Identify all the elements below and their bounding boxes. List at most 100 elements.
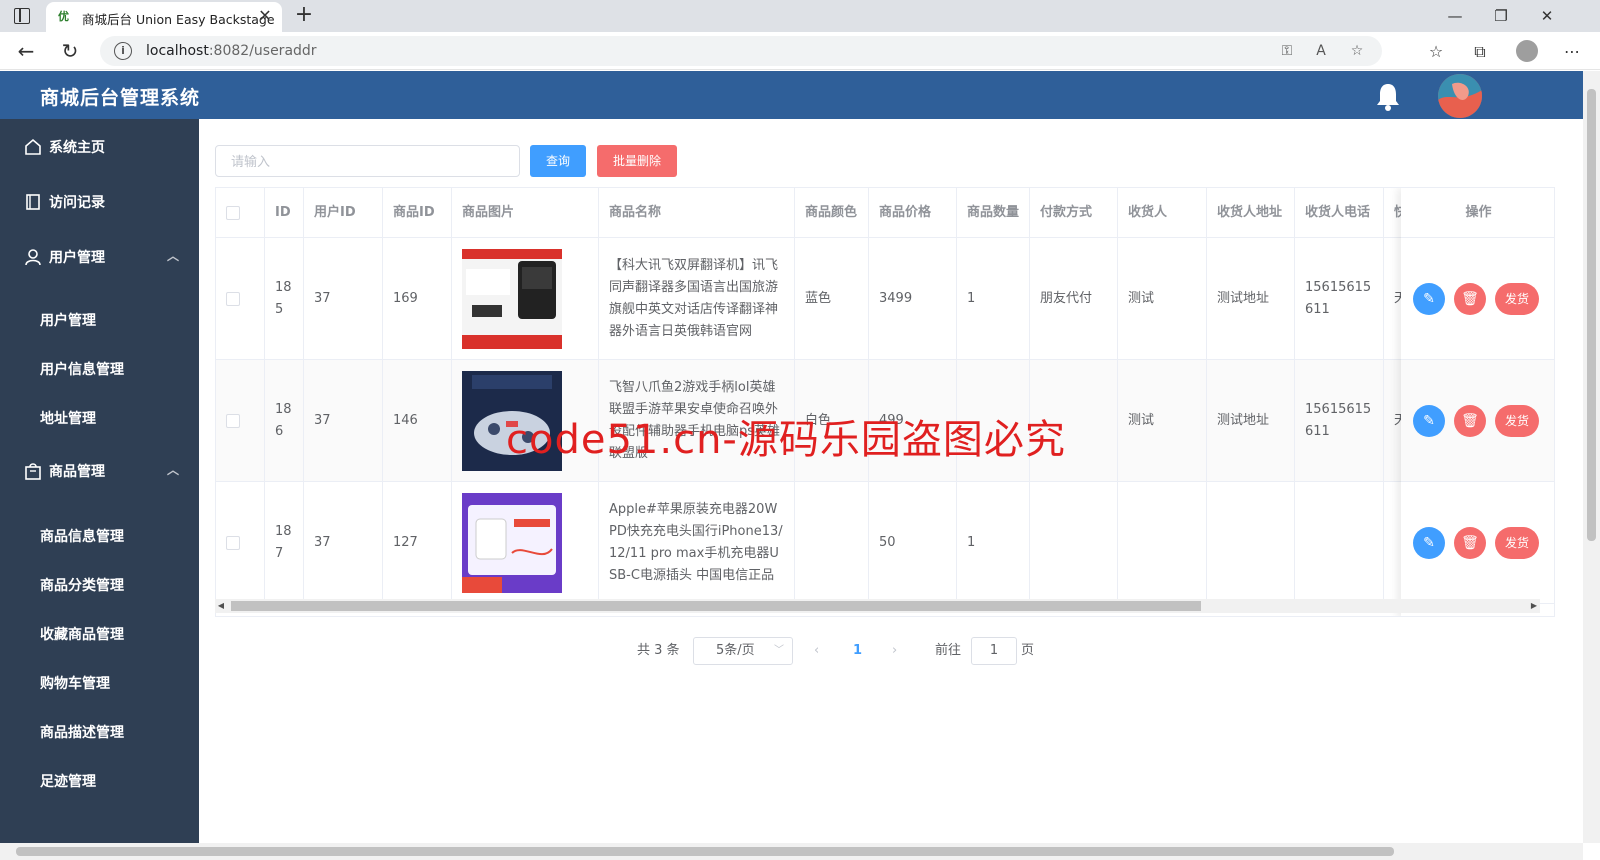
- delete-button[interactable]: 🗑: [1454, 405, 1486, 437]
- product-image[interactable]: [462, 249, 562, 349]
- more-icon[interactable]: ⋯: [1560, 41, 1584, 63]
- app-header: 商城后台管理系统: [0, 71, 1583, 119]
- notebook-icon: [26, 194, 40, 210]
- user-icon: [25, 249, 41, 266]
- column-header[interactable]: 付款方式: [1030, 188, 1118, 238]
- url-text[interactable]: localhost:8082/useraddr: [146, 43, 317, 59]
- sidebar-item-visit-log[interactable]: 访问记录: [0, 177, 199, 227]
- cell-name: Apple#苹果原装充电器20W PD快充充电头国行iPhone13/12/11…: [599, 482, 795, 604]
- delete-button[interactable]: 🗑: [1454, 527, 1486, 559]
- page-size-select[interactable]: 5条/页 ﹀: [693, 637, 793, 665]
- sidebar-item-home[interactable]: 系统主页: [0, 122, 199, 172]
- sidebar-subitem[interactable]: 地址管理: [0, 393, 199, 443]
- goto-page-input[interactable]: 1: [971, 637, 1017, 665]
- scrollbar-thumb[interactable]: [1587, 89, 1596, 541]
- cell-image: [452, 238, 599, 360]
- column-header[interactable]: 用户ID: [304, 188, 383, 238]
- row-select-cell: [216, 238, 265, 360]
- page-number[interactable]: 1: [853, 637, 862, 665]
- address-bar: ← ↻ i localhost:8082/useraddr ⚿ A ☆ ☆ ⧉ …: [0, 32, 1600, 70]
- cell-qty: 1: [957, 238, 1030, 360]
- scroll-right-icon[interactable]: ▶: [1528, 599, 1540, 613]
- column-header[interactable]: 商品ID: [383, 188, 452, 238]
- edit-button[interactable]: ✎: [1413, 405, 1445, 437]
- sidebar-subitem[interactable]: 收藏商品管理: [0, 609, 199, 659]
- cell-id: 187: [265, 482, 304, 604]
- avatar[interactable]: [1438, 74, 1482, 118]
- bell-icon[interactable]: [1374, 81, 1402, 111]
- profile-icon[interactable]: [1516, 40, 1538, 62]
- column-header[interactable]: 商品价格: [869, 188, 957, 238]
- scrollbar-thumb[interactable]: [16, 847, 1394, 856]
- browser-tab[interactable]: 优 商城后台 Union Easy Backstage ✕: [46, 2, 282, 32]
- column-header-ops: 操作: [1401, 188, 1554, 238]
- sidebar-subitem[interactable]: 商品信息管理: [0, 511, 199, 561]
- sidebar-subitem[interactable]: 足迹管理: [0, 756, 199, 806]
- cell-price: 3499: [869, 238, 957, 360]
- ship-button[interactable]: 发货: [1495, 405, 1539, 437]
- favorites-icon[interactable]: ☆: [1424, 41, 1448, 63]
- add-favorite-icon[interactable]: ☆: [1346, 42, 1368, 60]
- url-field[interactable]: i localhost:8082/useraddr ⚿ A ☆: [100, 36, 1382, 66]
- site-info-icon[interactable]: i: [114, 42, 132, 60]
- cell-phone: 15615615611: [1295, 360, 1384, 482]
- sidebar-subitem[interactable]: 购物车管理: [0, 658, 199, 708]
- row-checkbox[interactable]: [226, 292, 240, 306]
- column-header[interactable]: 收货人电话: [1295, 188, 1384, 238]
- bag-icon: [25, 463, 41, 480]
- sidebar-subitem[interactable]: 用户管理: [0, 295, 199, 345]
- ship-button[interactable]: 发货: [1495, 527, 1539, 559]
- column-header[interactable]: ID: [265, 188, 304, 238]
- new-tab-icon[interactable]: +: [292, 4, 316, 28]
- column-header[interactable]: 收货人地址: [1207, 188, 1295, 238]
- cell-qty: 1: [957, 482, 1030, 604]
- edit-button[interactable]: ✎: [1413, 527, 1445, 559]
- sidebar-subitem[interactable]: 商品描述管理: [0, 707, 199, 757]
- column-header[interactable]: 商品图片: [452, 188, 599, 238]
- prev-page-icon[interactable]: ‹: [814, 637, 819, 665]
- sidebar-item-goods-management[interactable]: 商品管理 ︿: [0, 446, 199, 496]
- column-header[interactable]: 商品名称: [599, 188, 795, 238]
- read-aloud-icon[interactable]: A: [1310, 42, 1332, 60]
- ship-button[interactable]: 发货: [1495, 283, 1539, 315]
- sidebar-item-user-management[interactable]: 用户管理 ︿: [0, 232, 199, 282]
- product-image[interactable]: [462, 493, 562, 593]
- collections-icon[interactable]: ⧉: [1468, 41, 1492, 63]
- page-horizontal-scrollbar[interactable]: [0, 843, 1583, 860]
- key-icon[interactable]: ⚿: [1276, 42, 1298, 60]
- cell-receiver: 测试: [1118, 238, 1207, 360]
- cell-id: 186: [265, 360, 304, 482]
- sidebar-subitem[interactable]: 商品分类管理: [0, 560, 199, 610]
- search-input[interactable]: [215, 145, 520, 177]
- chevron-up-icon: ︿: [167, 249, 180, 263]
- batch-delete-button[interactable]: 批量删除: [597, 145, 677, 177]
- close-window-icon[interactable]: ✕: [1532, 4, 1562, 28]
- column-header[interactable]: 收货人: [1118, 188, 1207, 238]
- select-all-checkbox[interactable]: [226, 206, 240, 220]
- close-tab-icon[interactable]: ✕: [256, 7, 274, 25]
- table-horizontal-scrollbar[interactable]: ◀ ▶: [215, 599, 1540, 613]
- back-icon[interactable]: ←: [14, 39, 38, 63]
- query-button[interactable]: 查询: [530, 145, 586, 177]
- pagination-total: 共 3 条: [637, 643, 680, 658]
- tab-actions-icon[interactable]: [14, 8, 30, 24]
- reload-icon[interactable]: ↻: [58, 39, 82, 63]
- scroll-left-icon[interactable]: ◀: [215, 599, 227, 613]
- cell-goods-id: 146: [383, 360, 452, 482]
- row-checkbox[interactable]: [226, 536, 240, 550]
- column-header[interactable]: 商品数量: [957, 188, 1030, 238]
- sidebar-subitem[interactable]: 用户信息管理: [0, 344, 199, 394]
- edit-button[interactable]: ✎: [1413, 283, 1445, 315]
- minimize-icon[interactable]: —: [1440, 4, 1470, 28]
- maximize-icon[interactable]: ❐: [1486, 4, 1516, 28]
- row-checkbox[interactable]: [226, 414, 240, 428]
- page-vertical-scrollbar[interactable]: [1583, 71, 1600, 843]
- cell-user-id: 37: [304, 238, 383, 360]
- column-header[interactable]: 商品颜色: [795, 188, 869, 238]
- cell-color: [795, 482, 869, 604]
- next-page-icon[interactable]: ›: [892, 637, 897, 665]
- cell-address: [1207, 482, 1295, 604]
- select-all-cell: [216, 188, 265, 238]
- scrollbar-thumb[interactable]: [231, 601, 1201, 611]
- delete-button[interactable]: 🗑: [1454, 283, 1486, 315]
